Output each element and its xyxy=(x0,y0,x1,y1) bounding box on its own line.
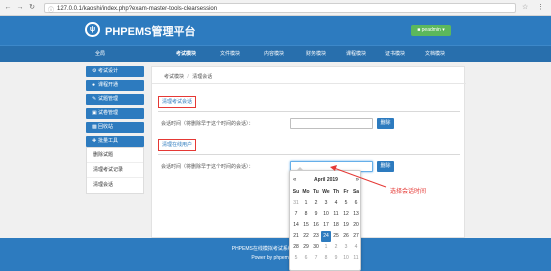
annotation-label: 选择会话时间 xyxy=(390,189,427,195)
annotation-arrow xyxy=(330,165,387,188)
